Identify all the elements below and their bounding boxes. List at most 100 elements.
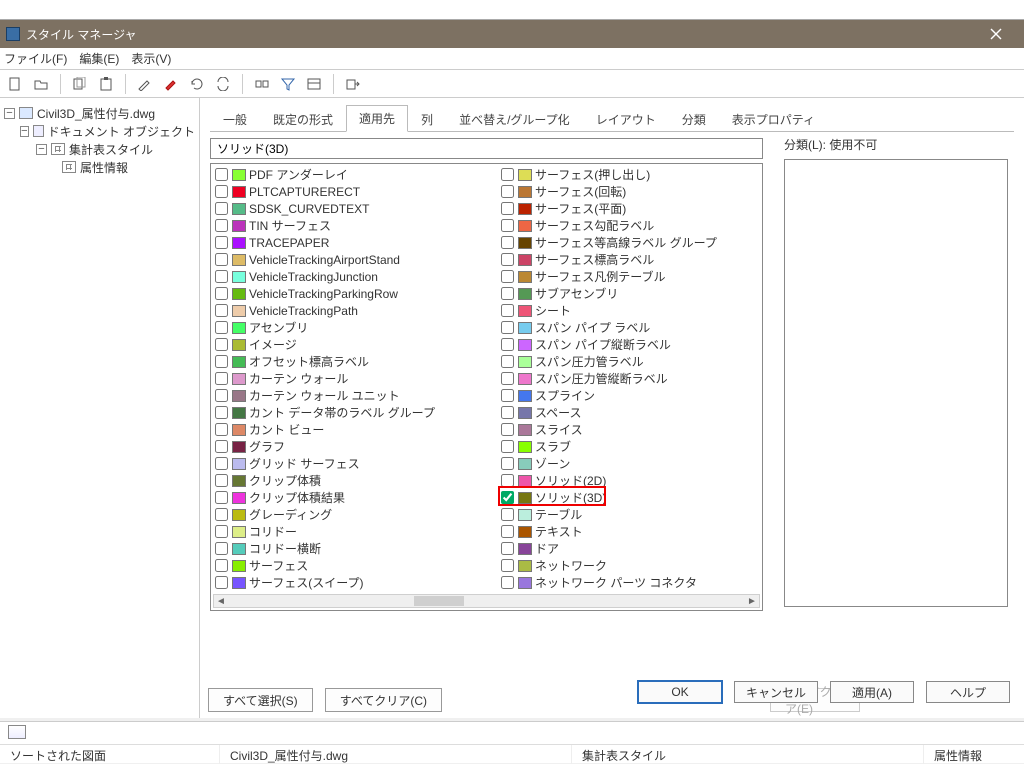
item-checkbox[interactable] [501, 525, 514, 538]
refresh-icon[interactable] [186, 73, 208, 95]
tab-general[interactable]: 一般 [210, 106, 260, 132]
list-item[interactable]: VehicleTrackingAirportStand [215, 251, 493, 268]
item-checkbox[interactable] [501, 202, 514, 215]
filter-icon[interactable] [277, 73, 299, 95]
list-item[interactable]: クリップ体積 [215, 472, 493, 489]
list-item[interactable]: VehicleTrackingPath [215, 302, 493, 319]
list-item[interactable]: カント ビュー [215, 421, 493, 438]
item-checkbox[interactable] [501, 287, 514, 300]
list-item[interactable]: サーフェス勾配ラベル [501, 217, 753, 234]
tree-table-style[interactable]: 集計表スタイル [69, 141, 153, 158]
list-item[interactable]: PDF アンダーレイ [215, 166, 493, 183]
item-checkbox[interactable] [501, 185, 514, 198]
list-item[interactable]: グリッド サーフェス [215, 455, 493, 472]
list-item[interactable]: TRACEPAPER [215, 234, 493, 251]
list-item[interactable]: グラフ [215, 438, 493, 455]
copy-icon[interactable] [69, 73, 91, 95]
item-checkbox[interactable] [215, 406, 228, 419]
menu-file[interactable]: ファイル(F) [4, 50, 67, 67]
list-item[interactable]: スラブ [501, 438, 753, 455]
tab-sort[interactable]: 並べ替え/グループ化 [446, 106, 583, 132]
item-checkbox[interactable] [501, 372, 514, 385]
menu-edit[interactable]: 編集(E) [79, 50, 119, 67]
item-checkbox[interactable] [501, 338, 514, 351]
list-item[interactable]: サーフェス等高線ラベル グループ [501, 234, 753, 251]
item-checkbox[interactable] [215, 559, 228, 572]
list-item[interactable]: スプライン [501, 387, 753, 404]
item-checkbox[interactable] [215, 355, 228, 368]
item-checkbox[interactable] [215, 304, 228, 317]
tab-layout[interactable]: レイアウト [583, 106, 669, 132]
list-item[interactable]: スパン パイプ ラベル [501, 319, 753, 336]
list-item[interactable]: サーフェス(回転) [501, 183, 753, 200]
item-checkbox[interactable] [215, 321, 228, 334]
item-checkbox[interactable] [501, 474, 514, 487]
list-item[interactable]: サーフェス凡例テーブル [501, 268, 753, 285]
list-item[interactable]: サーフェス(スイープ) [215, 574, 493, 591]
select-all-button[interactable]: すべて選択(S) [208, 688, 313, 712]
item-checkbox[interactable] [501, 440, 514, 453]
brush-icon[interactable] [160, 73, 182, 95]
ok-button[interactable]: OK [638, 681, 722, 703]
list-item[interactable]: コリドー横断 [215, 540, 493, 557]
tab-columns[interactable]: 列 [408, 106, 446, 132]
item-checkbox[interactable] [501, 236, 514, 249]
help-button[interactable]: ヘルプ [926, 681, 1010, 703]
item-checkbox[interactable] [215, 372, 228, 385]
paste-icon[interactable] [95, 73, 117, 95]
scroll-right-icon[interactable]: ► [745, 595, 759, 607]
apply-button[interactable]: 適用(A) [830, 681, 914, 703]
item-checkbox[interactable] [501, 423, 514, 436]
tree-attribute-info[interactable]: 属性情報 [80, 159, 128, 176]
item-checkbox[interactable] [501, 389, 514, 402]
scroll-left-icon[interactable]: ◄ [214, 595, 228, 607]
collapse-icon[interactable]: − [20, 126, 29, 137]
list-item[interactable]: ネットワーク パーツ コネクタ [501, 574, 753, 591]
item-checkbox[interactable] [215, 185, 228, 198]
item-checkbox[interactable] [215, 457, 228, 470]
view-mode-icon[interactable] [303, 73, 325, 95]
item-checkbox[interactable] [501, 270, 514, 283]
list-item[interactable]: SDSK_CURVEDTEXT [215, 200, 493, 217]
list-item[interactable]: サーフェス標高ラベル [501, 251, 753, 268]
item-checkbox[interactable] [215, 219, 228, 232]
list-item[interactable]: スライス [501, 421, 753, 438]
item-checkbox[interactable] [215, 270, 228, 283]
list-item[interactable]: サブアセンブリ [501, 285, 753, 302]
list-item[interactable]: コリドー [215, 523, 493, 540]
list-item[interactable]: VehicleTrackingJunction [215, 268, 493, 285]
new-icon[interactable] [4, 73, 26, 95]
item-checkbox[interactable] [215, 287, 228, 300]
tab-apply[interactable]: 適用先 [346, 105, 408, 132]
filter-input[interactable] [210, 138, 763, 159]
list-item[interactable]: オフセット標高ラベル [215, 353, 493, 370]
list-item[interactable]: サーフェス(平面) [501, 200, 753, 217]
list-item[interactable]: スパン圧力管縦断ラベル [501, 370, 753, 387]
list-item[interactable]: サーフェス [215, 557, 493, 574]
collapse-icon[interactable]: − [4, 108, 15, 119]
clear-all-button[interactable]: すべてクリア(C) [325, 688, 442, 712]
item-checkbox[interactable] [215, 542, 228, 555]
item-checkbox[interactable] [215, 440, 228, 453]
tab-defaults[interactable]: 既定の形式 [260, 106, 346, 132]
list-item[interactable]: スパン パイプ縦断ラベル [501, 336, 753, 353]
tree-root[interactable]: Civil3D_属性付与.dwg [37, 105, 155, 122]
item-checkbox[interactable] [215, 508, 228, 521]
item-checkbox[interactable] [501, 576, 514, 589]
export-icon[interactable] [342, 73, 364, 95]
collapse-icon[interactable]: − [36, 144, 47, 155]
list-item[interactable]: テキスト [501, 523, 753, 540]
list-item[interactable]: ソリッド(2D) [501, 472, 753, 489]
list-item[interactable]: スパン圧力管ラベル [501, 353, 753, 370]
menu-view[interactable]: 表示(V) [131, 50, 171, 67]
h-scrollbar[interactable]: ◄ ► [213, 594, 760, 608]
item-checkbox[interactable] [501, 304, 514, 317]
sync-icon[interactable] [212, 73, 234, 95]
tab-display[interactable]: 表示プロパティ [719, 106, 828, 132]
tab-classify[interactable]: 分類 [669, 106, 719, 132]
cancel-button[interactable]: キャンセル [734, 681, 818, 703]
tree-doc-objects[interactable]: ドキュメント オブジェクト [48, 123, 195, 140]
status-icon[interactable] [8, 725, 26, 739]
scroll-thumb[interactable] [414, 596, 464, 606]
item-checkbox[interactable] [215, 253, 228, 266]
